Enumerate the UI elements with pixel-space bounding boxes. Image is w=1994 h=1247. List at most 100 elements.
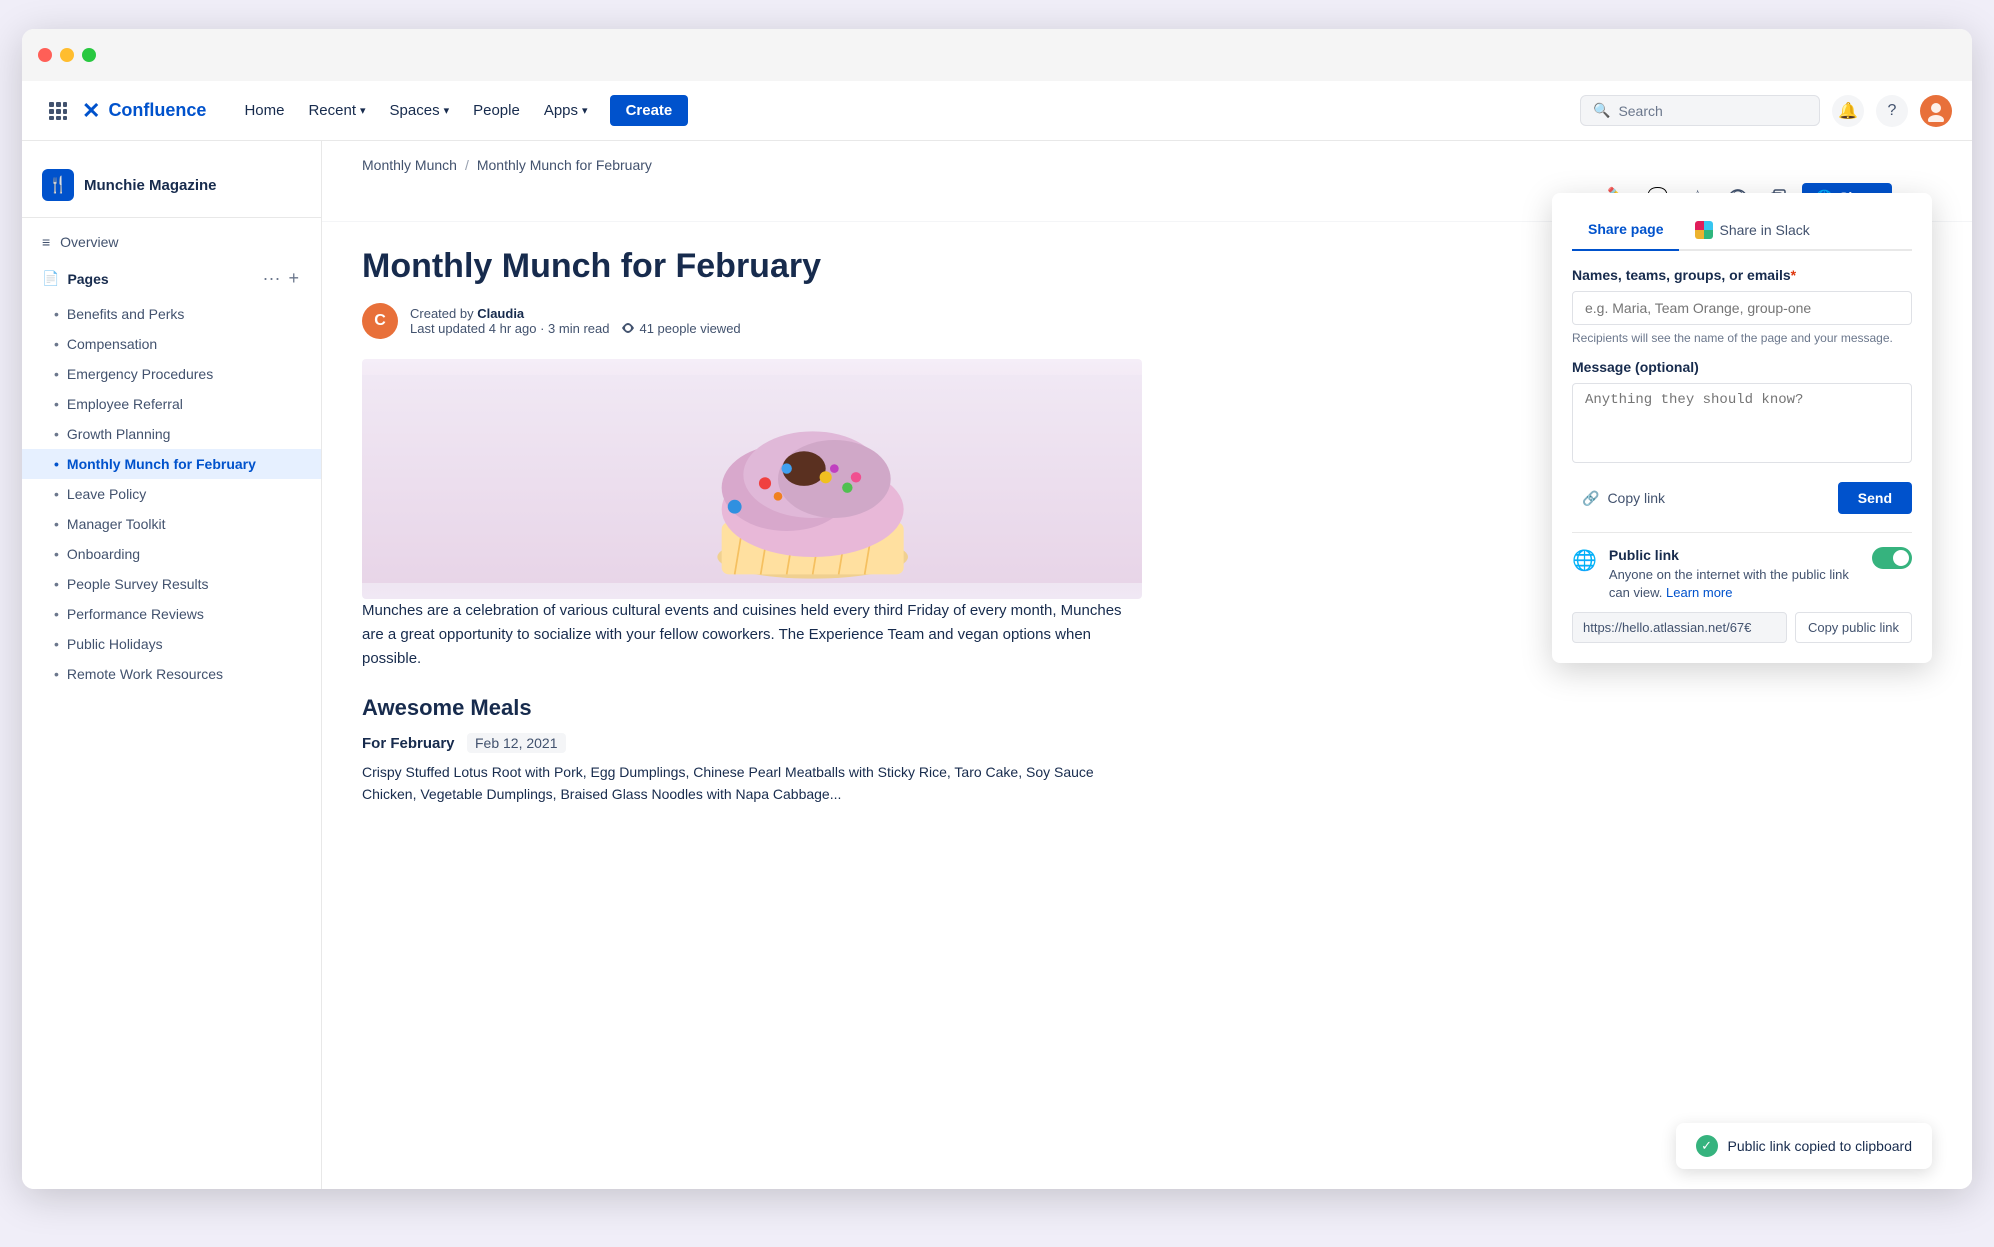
toast-check-icon: ✓ [1696, 1135, 1718, 1157]
toast-message: Public link copied to clipboard [1728, 1138, 1912, 1154]
page-hero-image [362, 359, 1142, 599]
public-link-url: https://hello.atlassian.net/67€ [1572, 612, 1787, 643]
sidebar-item-referral[interactable]: Employee Referral [22, 389, 321, 419]
main-body: 🍴 Munchie Magazine ≡ Overview 📄 Pages ··… [22, 141, 1972, 1189]
sidebar-item-emergency[interactable]: Emergency Procedures [22, 359, 321, 389]
message-textarea[interactable] [1572, 383, 1912, 463]
link-icon: 🔗 [1582, 490, 1599, 507]
search-icon: 🔍 [1593, 102, 1610, 119]
sidebar-item-survey[interactable]: People Survey Results [22, 569, 321, 599]
breadcrumb-current: Monthly Munch for February [477, 157, 652, 173]
sidebar-item-remote[interactable]: Remote Work Resources [22, 659, 321, 689]
meals-text: Crispy Stuffed Lotus Root with Pork, Egg… [362, 761, 1142, 806]
names-label: Names, teams, groups, or emails* [1572, 267, 1912, 283]
send-button[interactable]: Send [1838, 482, 1912, 514]
author-avatar: C [362, 303, 398, 339]
nav-spaces[interactable]: Spaces ▾ [380, 96, 460, 125]
nav-people[interactable]: People [463, 96, 530, 125]
tab-share-slack[interactable]: Share in Slack [1679, 213, 1825, 251]
sidebar-item-growth[interactable]: Growth Planning [22, 419, 321, 449]
copied-toast: ✓ Public link copied to clipboard [1676, 1123, 1932, 1169]
toggle-thumb [1893, 550, 1909, 566]
logo-x-icon: ✕ [82, 98, 100, 124]
app-window: ✕ Confluence Home Recent ▾ Spaces ▾ Peop… [22, 29, 1972, 1189]
share-tabs: Share page Share in Slack [1572, 213, 1912, 251]
slack-icon [1695, 221, 1713, 239]
page-title: Monthly Munch for February [362, 246, 1142, 287]
maximize-dot[interactable] [82, 48, 96, 62]
logo[interactable]: ✕ Confluence [82, 98, 206, 124]
content-area: Monthly Munch / Monthly Munch for Februa… [322, 141, 1972, 1189]
nav-recent[interactable]: Recent ▾ [298, 96, 375, 125]
names-hint: Recipients will see the name of the page… [1572, 331, 1912, 345]
pages-section-header: 📄 Pages ··· + [42, 266, 301, 291]
create-button[interactable]: Create [610, 95, 689, 126]
for-label: For February [362, 735, 455, 752]
pages-section-title: 📄 Pages [42, 270, 109, 287]
nav-links: Home Recent ▾ Spaces ▾ People Apps ▾ Cre… [234, 95, 1580, 126]
date-badge: Feb 12, 2021 [467, 733, 566, 753]
sidebar-item-overview[interactable]: ≡ Overview [22, 226, 321, 258]
sidebar-item-compensation[interactable]: Compensation [22, 329, 321, 359]
sidebar-item-monthly-munch[interactable]: Monthly Munch for February [22, 449, 321, 479]
public-link-url-row: https://hello.atlassian.net/67€ Copy pub… [1572, 612, 1912, 643]
sidebar-item-performance[interactable]: Performance Reviews [22, 599, 321, 629]
sidebar-item-manager[interactable]: Manager Toolkit [22, 509, 321, 539]
nav-right: 🔍 Search 🔔 ? [1580, 95, 1952, 127]
pages-icon: 📄 [42, 270, 59, 287]
page-updated: Last updated 4 hr ago · 3 min read [410, 321, 609, 336]
learn-more-link[interactable]: Learn more [1666, 585, 1732, 600]
navbar: ✕ Confluence Home Recent ▾ Spaces ▾ Peop… [22, 81, 1972, 141]
sidebar-item-benefits[interactable]: Benefits and Perks [22, 299, 321, 329]
page-views: 41 people viewed [621, 321, 740, 336]
public-link-toggle[interactable] [1872, 547, 1912, 569]
nav-home[interactable]: Home [234, 96, 294, 125]
chevron-down-icon: ▾ [582, 104, 588, 117]
sidebar-space: 🍴 Munchie Magazine [22, 157, 321, 218]
page-author: Created by Claudia [410, 306, 741, 321]
share-divider [1572, 532, 1912, 533]
tab-share-page[interactable]: Share page [1572, 213, 1679, 251]
minimize-dot[interactable] [60, 48, 74, 62]
space-icon: 🍴 [42, 169, 74, 201]
grid-icon[interactable] [42, 95, 74, 127]
meals-header: For February Feb 12, 2021 [362, 733, 1142, 753]
section-title: Awesome Meals [362, 695, 1142, 721]
message-label: Message (optional) [1572, 359, 1912, 375]
breadcrumb-parent[interactable]: Monthly Munch [362, 157, 457, 173]
sidebar-item-leave[interactable]: Leave Policy [22, 479, 321, 509]
sidebar: 🍴 Munchie Magazine ≡ Overview 📄 Pages ··… [22, 141, 322, 1189]
pages-actions: ··· + [261, 266, 302, 291]
search-input[interactable]: 🔍 Search [1580, 95, 1820, 126]
page-meta: C Created by Claudia Last updated 4 hr a… [362, 303, 1142, 339]
titlebar [22, 29, 1972, 81]
nav-apps[interactable]: Apps ▾ [534, 96, 598, 125]
user-avatar[interactable] [1920, 95, 1952, 127]
public-link-info: Public link Anyone on the internet with … [1609, 547, 1860, 602]
overview-icon: ≡ [42, 234, 50, 250]
page-meta-info: Created by Claudia Last updated 4 hr ago… [410, 306, 741, 336]
breadcrumb-separator: / [465, 157, 469, 173]
names-input[interactable] [1572, 291, 1912, 325]
public-link-title: Public link [1609, 547, 1860, 563]
globe-icon: 🌐 [1572, 548, 1597, 573]
logo-text: Confluence [108, 100, 206, 121]
sidebar-item-onboarding[interactable]: Onboarding [22, 539, 321, 569]
notifications-icon[interactable]: 🔔 [1832, 95, 1864, 127]
required-star: * [1791, 267, 1796, 283]
sidebar-space-name: Munchie Magazine [84, 177, 217, 194]
share-actions-row: 🔗 Copy link Send [1572, 482, 1912, 514]
breadcrumb: Monthly Munch / Monthly Munch for Februa… [322, 141, 1972, 173]
help-icon[interactable]: ? [1876, 95, 1908, 127]
pages-add-button[interactable]: + [286, 266, 301, 291]
sidebar-pages-section: 📄 Pages ··· + [22, 258, 321, 299]
page-body: Munches are a celebration of various cul… [362, 599, 1142, 671]
public-link-section: 🌐 Public link Anyone on the internet wit… [1572, 547, 1912, 602]
close-dot[interactable] [38, 48, 52, 62]
chevron-down-icon: ▾ [360, 104, 366, 117]
sidebar-item-holidays[interactable]: Public Holidays [22, 629, 321, 659]
chevron-down-icon: ▾ [444, 104, 450, 117]
copy-public-link-button[interactable]: Copy public link [1795, 612, 1912, 643]
copy-link-button[interactable]: 🔗 Copy link [1572, 484, 1675, 513]
pages-more-button[interactable]: ··· [261, 266, 283, 291]
